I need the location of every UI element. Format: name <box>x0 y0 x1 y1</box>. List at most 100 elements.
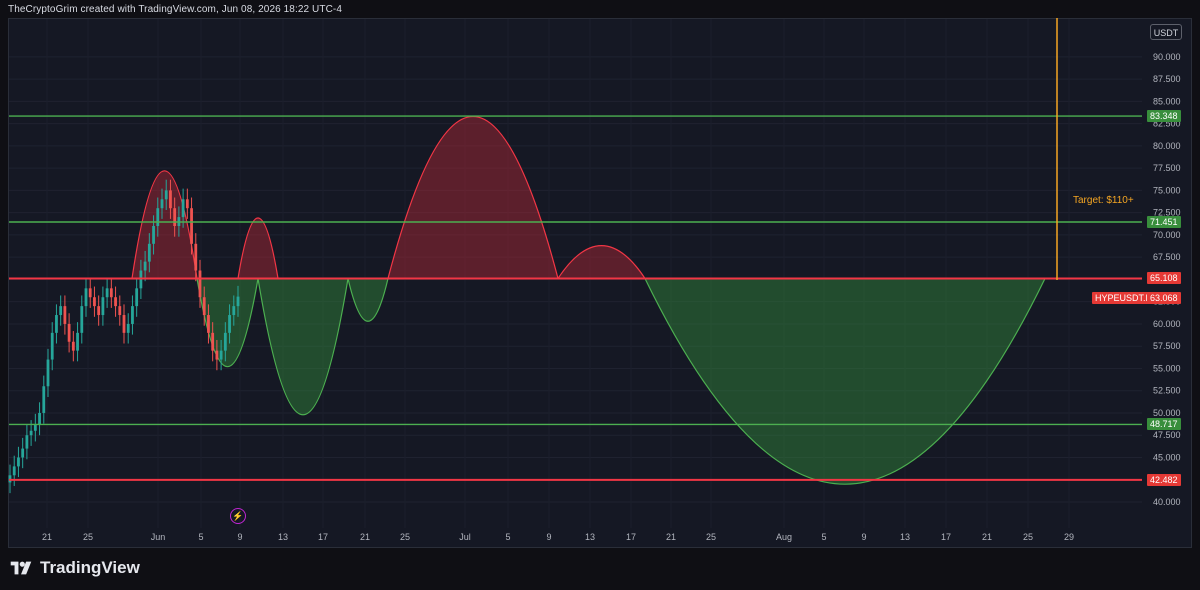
green-wave-arc <box>196 277 259 367</box>
candle-body <box>105 288 109 298</box>
price-tick-label: 77.500 <box>1153 163 1181 173</box>
wave-pattern-drawings <box>131 116 1046 485</box>
currency-button[interactable]: USDT <box>1150 24 1182 40</box>
candle-body <box>156 208 160 227</box>
candle-body <box>12 466 16 476</box>
candle-body <box>38 412 41 425</box>
time-tick-label: 21 <box>42 532 52 542</box>
price-tick-label: 67.500 <box>1153 252 1181 262</box>
candle-body <box>160 199 164 209</box>
candle-body <box>67 323 71 342</box>
time-tick-label: 25 <box>83 532 93 542</box>
time-tick-label: 25 <box>706 532 716 542</box>
price-tick-label: 40.000 <box>1153 497 1181 507</box>
candle-body <box>164 190 168 200</box>
candle-body <box>50 332 54 360</box>
candle-body <box>101 297 105 316</box>
candle-body <box>46 359 50 387</box>
time-tick-label: 13 <box>585 532 595 542</box>
time-tick-label: Aug <box>776 532 792 542</box>
red-wave-arc <box>556 244 647 280</box>
candle-body <box>97 306 101 316</box>
candle-body <box>194 243 198 271</box>
candle-body <box>181 199 185 218</box>
price-tick-label: 52.500 <box>1153 386 1181 396</box>
price-tick-label: 87.500 <box>1153 74 1181 84</box>
time-tick-label: 29 <box>1064 532 1074 542</box>
price-tick-label: 70.000 <box>1153 230 1181 240</box>
candle-body <box>152 226 155 244</box>
red-wave-arc <box>237 217 279 280</box>
time-tick-label: 21 <box>666 532 676 542</box>
candle-body <box>215 350 219 360</box>
last-price-badge: 63.068 <box>1147 291 1181 304</box>
price-level-badge: 83.348 <box>1147 110 1181 123</box>
time-tick-label: 5 <box>505 532 510 542</box>
time-tick-label: 17 <box>626 532 636 542</box>
candle-body <box>93 297 96 307</box>
candle-body <box>88 288 92 298</box>
candle-body <box>190 208 193 244</box>
price-level-badge: 48.717 <box>1147 418 1181 431</box>
time-tick-label: Jun <box>151 532 166 542</box>
price-level-badge: 42.482 <box>1147 473 1181 486</box>
time-tick-label: 13 <box>278 532 288 542</box>
candle-body <box>228 315 231 333</box>
candle-body <box>219 350 223 360</box>
candle-body <box>211 332 215 351</box>
candle-body <box>59 306 63 316</box>
candle-body <box>147 243 151 262</box>
candle-body <box>126 323 130 333</box>
time-tick-label: 9 <box>237 532 242 542</box>
time-tick-label: 5 <box>821 532 826 542</box>
price-tick-label: 60.000 <box>1153 319 1181 329</box>
price-chart[interactable]: 40.00042.50045.00047.50050.00052.50055.0… <box>0 0 1200 548</box>
brand-name: TradingView <box>40 558 140 577</box>
candle-body <box>80 306 84 333</box>
candle-body <box>114 297 117 307</box>
time-tick-label: 13 <box>900 532 910 542</box>
candle-body <box>109 288 113 298</box>
price-level-badge: 71.451 <box>1147 215 1181 228</box>
red-wave-arc <box>387 116 559 280</box>
candle-body <box>232 306 236 316</box>
candle-body <box>17 457 20 467</box>
candle-body <box>122 315 126 333</box>
candle-body <box>71 341 75 351</box>
candle-body <box>198 270 202 298</box>
price-tick-label: 85.000 <box>1153 96 1181 106</box>
time-tick-label: 17 <box>941 532 951 542</box>
green-wave-arc <box>347 277 389 322</box>
time-tick-label: 9 <box>546 532 551 542</box>
candle-body <box>143 261 147 271</box>
time-tick-label: 21 <box>982 532 992 542</box>
candle-body <box>55 315 58 333</box>
candle-body <box>135 288 139 307</box>
price-tick-label: 50.000 <box>1153 408 1181 418</box>
target-label: Target: $110+ <box>1073 195 1134 206</box>
candlestick-series <box>8 179 240 494</box>
candle-body <box>63 306 67 324</box>
candle-body <box>25 435 29 449</box>
candle-body <box>223 332 227 351</box>
time-tick-label: 9 <box>861 532 866 542</box>
price-level-badge: 65.108 <box>1147 272 1181 285</box>
candle-body <box>131 306 134 324</box>
time-tick-label: 21 <box>360 532 370 542</box>
green-wave-arc <box>257 277 349 416</box>
candle-body <box>236 296 240 307</box>
candle-body <box>118 306 122 316</box>
price-tick-label: 47.500 <box>1153 430 1181 440</box>
price-tick-label: 45.000 <box>1153 452 1181 462</box>
candle-body <box>207 315 210 333</box>
time-tick-label: Jul <box>459 532 471 542</box>
time-tick-label: 5 <box>198 532 203 542</box>
tradingview-brand[interactable]: TradingView <box>8 558 140 578</box>
candle-body <box>173 208 177 227</box>
time-axis: 21 25 Jun 5 9 13 17 21 25 Jul 5 9 13 17 21 25 Aug 5 9 13 17 2… <box>42 532 1074 542</box>
candle-body <box>76 332 79 351</box>
candle-body <box>33 424 37 431</box>
price-tick-label: 75.000 <box>1153 185 1181 195</box>
candle-body <box>21 448 25 458</box>
lightning-icon[interactable]: ⚡ <box>230 508 246 524</box>
